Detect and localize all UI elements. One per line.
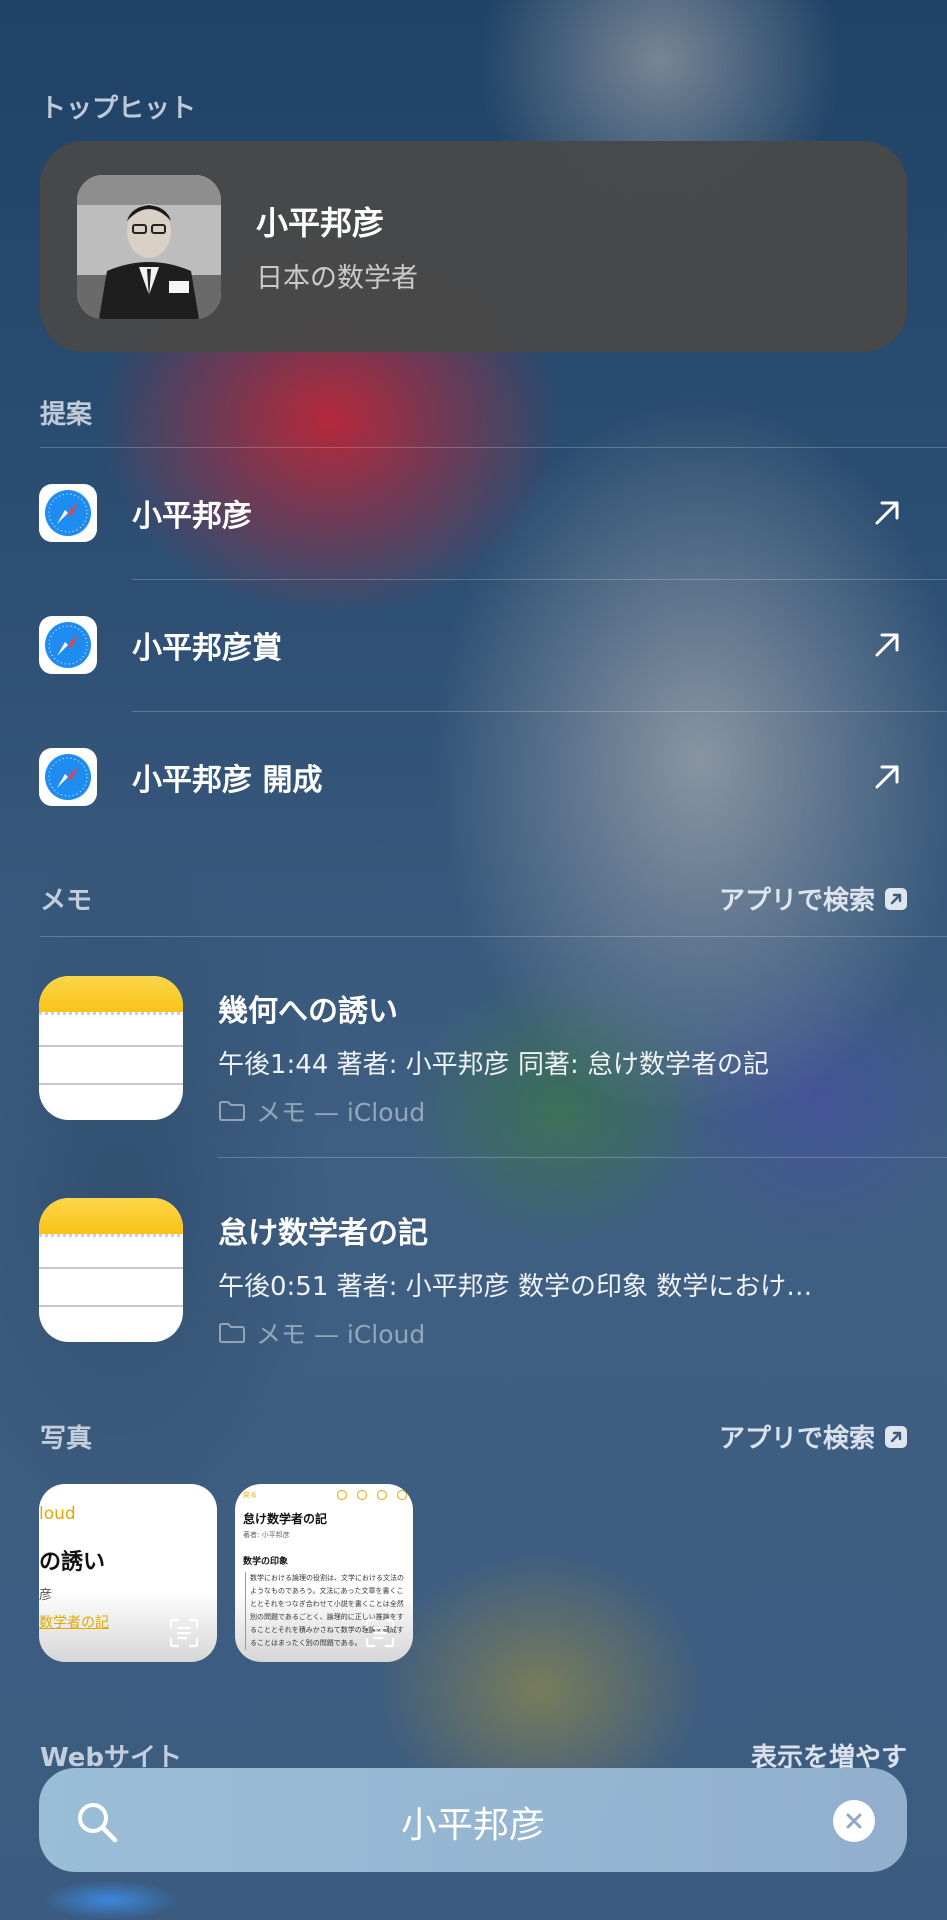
live-text-icon xyxy=(365,1618,395,1648)
search-in-app-label: アプリで検索 xyxy=(718,1424,875,1454)
photo-thumbnail-1[interactable]: loud の誘い 彦 数学者の記 xyxy=(39,1484,217,1662)
photo-thumbnail-2[interactable]: 戻る 怠け数学者の記 著者: 小平邦彦 数学の印象 数学における論理の役割は、文… xyxy=(235,1484,413,1662)
photo-text: の誘い xyxy=(39,1550,106,1575)
photos-header: 写真 アプリで検索 xyxy=(40,1418,907,1455)
open-external-icon xyxy=(885,1425,907,1448)
photo-text: 彦 xyxy=(39,1588,53,1603)
note-location: メモ — iCloud xyxy=(218,1315,917,1351)
photo-text: 著者: 小平邦彦 xyxy=(243,1531,290,1539)
open-external-icon xyxy=(885,887,907,910)
note-row-1[interactable]: 幾何への誘い 午後1:44 著者: 小平邦彦 同著: 怠け数学者の記 メモ — … xyxy=(0,936,947,1158)
note-title: 怠け数学者の記 xyxy=(218,1216,428,1251)
note-row-2[interactable]: 怠け数学者の記 午後0:51 著者: 小平邦彦 数学の印象 数学におけ… メモ … xyxy=(0,1158,947,1380)
photo-toolbar xyxy=(337,1490,407,1500)
search-input[interactable]: 小平邦彦 xyxy=(39,1796,907,1848)
safari-icon xyxy=(39,748,97,806)
notes-app-icon xyxy=(39,1198,183,1342)
suggestions-header: 提案 xyxy=(40,394,907,431)
suggestions-header-label: 提案 xyxy=(40,400,93,430)
top-hits-header-label: トップヒット xyxy=(40,94,197,124)
top-hit-subtitle: 日本の数学者 xyxy=(256,263,418,294)
note-snippet: 午後1:44 著者: 小平邦彦 同著: 怠け数学者の記 xyxy=(218,1050,769,1080)
note-location-label: メモ — iCloud xyxy=(256,1098,426,1127)
photo-text: 怠け数学者の記 xyxy=(243,1512,328,1526)
notes-header: メモ アプリで検索 xyxy=(40,880,907,917)
note-location: メモ — iCloud xyxy=(218,1093,917,1129)
safari-icon xyxy=(39,616,97,674)
suggestion-row-2[interactable]: 小平邦彦賞 xyxy=(0,579,947,711)
folder-icon xyxy=(219,1101,245,1121)
photo-text: loud xyxy=(39,1504,76,1524)
notes-header-label: メモ xyxy=(40,886,93,916)
clear-search-icon[interactable] xyxy=(833,1800,875,1842)
suggestion-row-3[interactable]: 小平邦彦 開成 xyxy=(0,711,947,843)
background-blur xyxy=(40,1880,180,1920)
suggestion-label: 小平邦彦 xyxy=(132,499,252,534)
photo-text: 戻る xyxy=(243,1491,257,1499)
note-snippet: 午後0:51 著者: 小平邦彦 数学の印象 数学におけ… xyxy=(218,1272,813,1302)
notes-app-icon xyxy=(39,976,183,1120)
note-location-label: メモ — iCloud xyxy=(256,1320,426,1349)
portrait-photo xyxy=(77,174,221,319)
top-hit-card[interactable]: 小平邦彦 日本の数学者 xyxy=(40,141,907,352)
photo-text: 数学の印象 xyxy=(243,1557,289,1567)
live-text-icon xyxy=(169,1618,199,1648)
photos-search-in-app-link[interactable]: アプリで検索 xyxy=(719,1418,907,1455)
top-hits-header: トップヒット xyxy=(40,88,907,125)
note-title: 幾何への誘い xyxy=(218,994,398,1029)
arrow-up-right-icon xyxy=(875,765,899,789)
suggestion-label: 小平邦彦賞 xyxy=(132,631,282,666)
top-hit-title: 小平邦彦 xyxy=(256,204,385,242)
safari-icon xyxy=(39,484,97,542)
suggestion-label: 小平邦彦 開成 xyxy=(132,763,323,798)
search-in-app-label: アプリで検索 xyxy=(718,886,875,916)
suggestion-row-1[interactable]: 小平邦彦 xyxy=(0,447,947,579)
arrow-up-right-icon xyxy=(875,633,899,657)
photos-header-label: 写真 xyxy=(40,1424,93,1454)
arrow-up-right-icon xyxy=(875,501,899,525)
photo-text: 数学者の記 xyxy=(39,1615,109,1631)
folder-icon xyxy=(219,1323,245,1343)
notes-search-in-app-link[interactable]: アプリで検索 xyxy=(719,880,907,917)
search-bar[interactable]: 小平邦彦 xyxy=(39,1768,907,1872)
